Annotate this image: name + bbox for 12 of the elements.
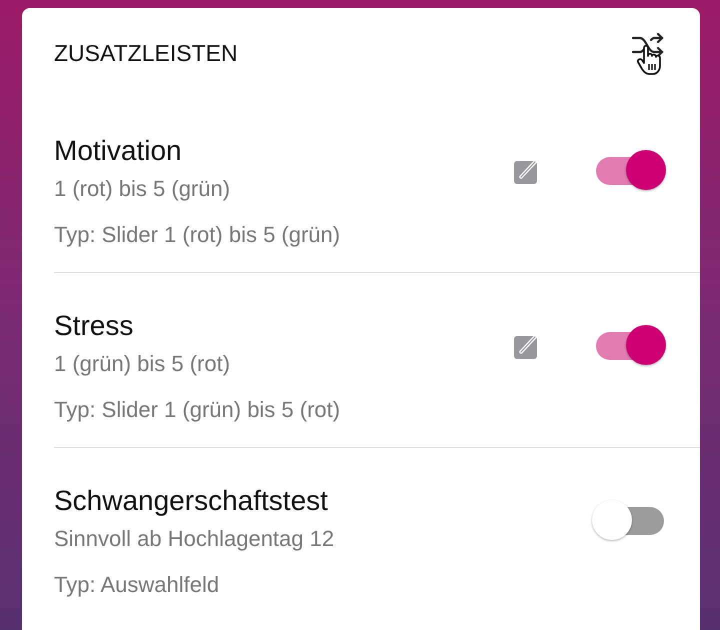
item-description: Sinnvoll ab Hochlagentag 12	[54, 526, 334, 552]
panel-title: ZUSATZLEISTEN	[54, 40, 238, 66]
item-type: Typ: Slider 1 (rot) bis 5 (grün)	[54, 222, 340, 248]
item-type: Typ: Slider 1 (grün) bis 5 (rot)	[54, 397, 340, 423]
edit-icon[interactable]	[514, 333, 540, 359]
item-name: Motivation	[54, 134, 183, 168]
item-name: Schwangerschaftstest	[54, 484, 329, 518]
edit-icon[interactable]	[514, 158, 540, 184]
item-name: Stress	[54, 309, 134, 343]
item-description: 1 (rot) bis 5 (grün)	[54, 176, 232, 202]
item-type: Typ: Auswahlfeld	[54, 572, 220, 598]
item-description: 1 (grün) bis 5 (rot)	[54, 351, 232, 377]
